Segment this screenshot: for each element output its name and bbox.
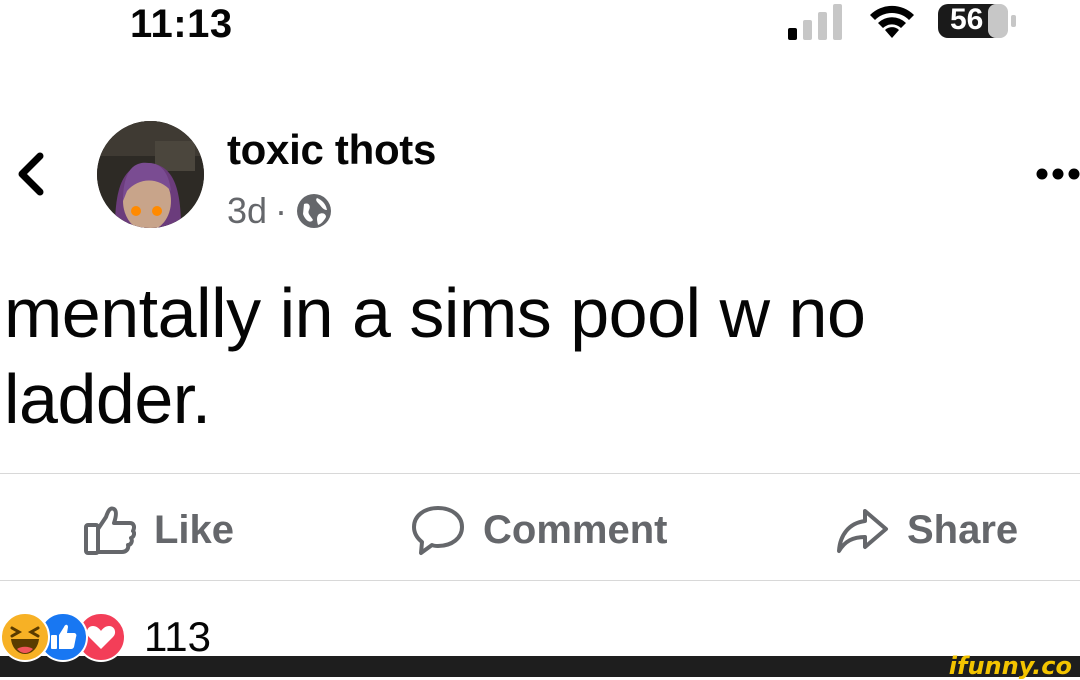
comment-bubble-icon bbox=[412, 506, 464, 555]
comment-button[interactable]: Comment bbox=[411, 500, 667, 560]
reactions-summary[interactable]: 113 bbox=[0, 612, 211, 662]
like-button[interactable]: Like bbox=[84, 500, 234, 560]
author-avatar[interactable] bbox=[97, 121, 204, 228]
status-time: 11:13 bbox=[130, 2, 233, 46]
post-time-ago: 3d bbox=[227, 190, 268, 231]
comment-label: Comment bbox=[483, 507, 668, 552]
divider-bottom bbox=[0, 580, 1080, 581]
globe-icon bbox=[297, 194, 332, 228]
watermark-bar bbox=[0, 656, 1080, 677]
haha-reaction-icon bbox=[0, 612, 50, 662]
share-arrow-icon bbox=[837, 509, 888, 553]
back-chevron-icon[interactable] bbox=[14, 148, 48, 200]
share-label: Share bbox=[907, 507, 1019, 552]
post-meta: 3d · bbox=[227, 190, 333, 232]
share-button[interactable]: Share bbox=[835, 500, 1018, 560]
more-options-icon[interactable] bbox=[1036, 160, 1080, 188]
reaction-count: 113 bbox=[144, 613, 211, 660]
wifi-icon bbox=[870, 5, 914, 38]
ifunny-watermark: ifunny.co bbox=[948, 652, 1072, 680]
cellular-signal-icon bbox=[788, 4, 842, 40]
author-name[interactable]: toxic thots bbox=[227, 126, 436, 174]
divider-top bbox=[0, 473, 1080, 474]
battery-icon: 56 bbox=[936, 0, 1018, 42]
thumbs-up-icon bbox=[84, 506, 136, 555]
battery-level: 56 bbox=[950, 3, 984, 36]
post-text: mentally in a sims pool w no ladder. bbox=[4, 274, 866, 438]
like-label: Like bbox=[154, 507, 235, 552]
meta-separator: · bbox=[275, 190, 288, 231]
